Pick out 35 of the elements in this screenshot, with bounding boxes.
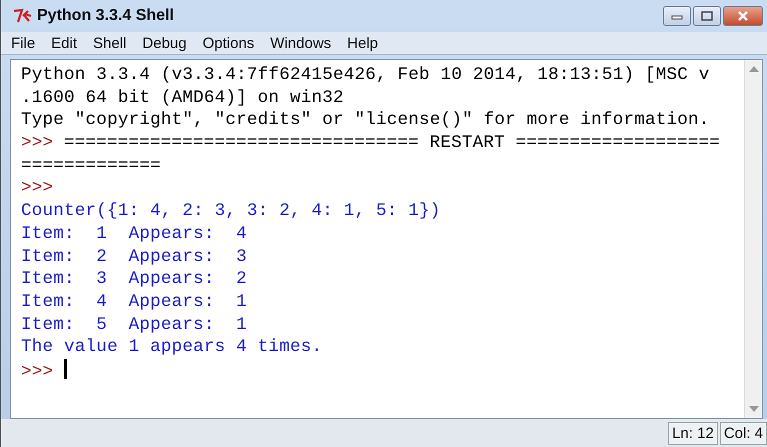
menu-item[interactable]: Shell <box>93 34 126 52</box>
scroll-up-arrow-icon[interactable] <box>748 66 758 72</box>
window-title: Python 3.3.4 Shell <box>37 7 174 25</box>
shell-output-text: ================================= RESTART =================== <box>64 133 720 154</box>
program-output-text: Item: 2 Appears: 3 <box>21 246 247 266</box>
program-output-text: The value 1 appears 4 times. <box>21 337 322 358</box>
feather-logo-icon <box>13 8 33 24</box>
line-number-indicator: Ln: 12 <box>668 422 718 444</box>
vertical-scrollbar[interactable] <box>744 60 762 418</box>
close-icon <box>736 11 750 21</box>
minimize-button[interactable] <box>663 6 691 26</box>
scroll-down-arrow-icon[interactable] <box>748 406 758 412</box>
column-number-indicator: Col: 4 <box>720 422 767 444</box>
prompt-text: >>> <box>21 178 54 198</box>
menu-item[interactable]: Windows <box>270 34 332 52</box>
shell-output-text: ============= <box>21 156 161 176</box>
program-output-text: Item: 3 Appears: 2 <box>21 269 247 290</box>
menu-item[interactable]: Help <box>347 34 378 52</box>
maximize-button[interactable] <box>693 6 721 26</box>
shell-output-text: Type "copyright", "credits" or "license()" for more information. <box>21 110 710 130</box>
prompt-text: >>> <box>21 133 54 154</box>
program-output-text: Item: 4 Appears: 1 <box>21 292 247 312</box>
shell-output-text: Python 3.3.4 (v3.3.4:7ff62415e426, Feb 10 2014, 18:13:51) [MSC v <box>21 65 710 85</box>
menu-item[interactable]: Edit <box>51 34 78 52</box>
text-cursor <box>64 358 67 379</box>
menu-item[interactable]: Options <box>202 34 254 52</box>
maximize-icon <box>700 11 714 21</box>
program-output-text: Counter({1: 4, 2: 3, 3: 2, 4: 1, 5: 1}) <box>21 201 441 222</box>
shell-output-text: .1600 64 bit (AMD64)] on win32 <box>21 88 344 108</box>
program-output-text: Item: 5 Appears: 1 <box>21 314 247 335</box>
close-button[interactable] <box>723 6 763 26</box>
menu-item[interactable]: File <box>11 34 36 52</box>
menu-item[interactable]: Debug <box>142 34 187 52</box>
program-output-text: Item: 1 Appears: 4 <box>21 224 247 244</box>
prompt-text: >>> <box>21 362 54 382</box>
